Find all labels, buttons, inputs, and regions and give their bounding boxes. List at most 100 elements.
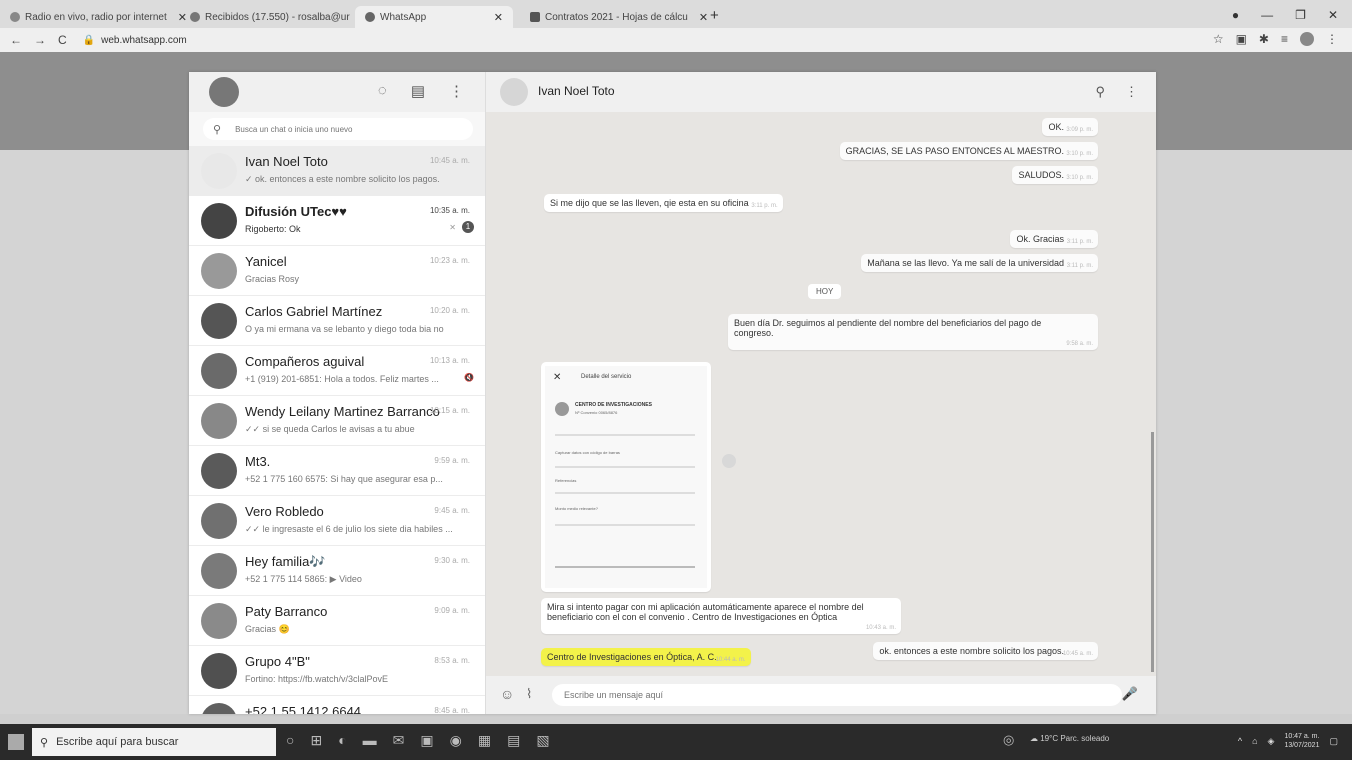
conversation-panel: Ivan Noel Toto ⚲ ⋮ OK. 3:09 p. m. GRACIAS… (486, 72, 1156, 714)
mail-icon[interactable]: ✉ (393, 732, 405, 749)
menu-icon[interactable]: ⋮ (1326, 32, 1338, 46)
message-outgoing: GRACIAS, SE LAS PASO ENTONCES AL MAESTRO… (839, 142, 1098, 160)
new-chat-icon[interactable]: ▤ (411, 82, 425, 100)
volume-icon[interactable]: ◈ (1268, 736, 1275, 747)
scrollbar[interactable] (1151, 432, 1154, 672)
close-tab-icon[interactable]: ✕ (178, 11, 187, 24)
tab-whatsapp[interactable]: WhatsApp ✕ (355, 6, 513, 28)
extension-icon[interactable]: ▣ (1236, 32, 1247, 46)
menu-icon[interactable]: ⋮ (449, 82, 464, 100)
attach-icon[interactable]: ⌇ (526, 686, 532, 702)
network-icon[interactable]: ⌂ (1252, 736, 1257, 746)
tray-arrow-icon[interactable]: ^ (1238, 736, 1242, 746)
search-icon[interactable]: ⚲ (1095, 84, 1105, 100)
new-tab-button[interactable]: + (710, 7, 719, 24)
emoji-icon[interactable]: ☺ (500, 686, 514, 702)
chat-item[interactable]: Vero Robledo ✓✓ le ingresaste el 6 de ju… (189, 496, 485, 546)
profile-avatar[interactable] (1300, 32, 1314, 46)
chat-item[interactable]: +52 1 55 1412 6644 8:45 a. m. (189, 696, 485, 714)
url-field[interactable]: 🔒 web.whatsapp.com (83, 35, 187, 46)
message-outgoing: SALUDOS. 3:10 p. m. (1012, 166, 1098, 184)
task-view-icon[interactable]: ○ (286, 732, 294, 749)
day-separator: HOY (808, 284, 842, 299)
chat-item[interactable]: Hey familia🎶 +52 1 775 114 5865: ▶ Video… (189, 546, 485, 596)
excel-icon[interactable]: ▦ (478, 732, 491, 749)
word-icon[interactable]: ▤ (507, 732, 520, 749)
chat-item[interactable]: Yanicel Gracias Rosy 10:23 a. m. (189, 246, 485, 296)
teams-icon[interactable]: ▧ (536, 732, 549, 749)
status-icon[interactable]: ◌ (378, 82, 387, 100)
message-outgoing: Buen día Dr. seguimos al pendiente del n… (728, 314, 1098, 350)
whatsapp-app: ◌ ▤ ⋮ ⚲ Ivan Noel Toto ✓ ok. entonces a … (189, 72, 1156, 714)
store-icon[interactable]: ▣ (420, 732, 433, 749)
close-tab-icon[interactable]: ✕ (494, 11, 503, 24)
chat-item[interactable]: Difusión UTec♥♥ Rigoberto: Ok 10:35 a. m… (189, 196, 485, 246)
avatar (201, 253, 237, 289)
chat-sidebar: ◌ ▤ ⋮ ⚲ Ivan Noel Toto ✓ ok. entonces a … (189, 72, 486, 714)
contact-name[interactable]: Ivan Noel Toto (538, 84, 615, 98)
start-button[interactable] (8, 734, 24, 750)
whatsapp-icon (365, 12, 375, 22)
contact-avatar[interactable] (500, 78, 528, 106)
chat-item[interactable]: Wendy Leilany Martinez Barranco ✓✓ si se… (189, 396, 485, 446)
forward-icon[interactable]: → (34, 33, 46, 47)
notifications-icon[interactable]: ▢ (1329, 736, 1338, 747)
search-input[interactable] (235, 124, 436, 134)
my-avatar[interactable] (209, 77, 239, 107)
search-icon: ⚲ (213, 123, 222, 136)
message-incoming: Si me dijo que se las lleven, qie esta e… (544, 194, 783, 212)
profile-icon[interactable]: ● (1232, 8, 1239, 22)
chrome-icon[interactable]: ◉ (450, 732, 462, 749)
minimize-button[interactable]: — (1261, 8, 1273, 22)
playlist-icon[interactable]: ≡ (1281, 32, 1288, 46)
org-logo (555, 402, 569, 416)
sidebar-header: ◌ ▤ ⋮ (189, 72, 485, 112)
widgets-icon[interactable]: ⊞ (310, 732, 322, 749)
star-icon[interactable]: ☆ (1213, 32, 1224, 46)
close-tab-icon[interactable]: ✕ (699, 11, 708, 24)
message-outgoing: OK. 3:09 p. m. (1042, 118, 1098, 136)
image-message[interactable]: ✕ Detalle del servicio CENTRO DE INVESTI… (541, 362, 711, 592)
taskbar-search[interactable]: ⚲ Escribe aquí para buscar (32, 728, 276, 756)
address-bar: ← → C 🔒 web.whatsapp.com ☆ ▣ ✱ ≡ ⋮ (0, 28, 1352, 52)
chat-item[interactable]: Grupo 4"B" Fortino: https://fb.watch/v/3… (189, 646, 485, 696)
chat-search: ⚲ (189, 112, 485, 146)
chat-item[interactable]: Paty Barranco Gracias 😊 9:09 a. m. (189, 596, 485, 646)
chat-item[interactable]: Ivan Noel Toto ✓ ok. entonces a este nom… (189, 146, 485, 196)
app-icon[interactable]: ◎ (1003, 732, 1014, 748)
back-icon[interactable]: ← (10, 33, 22, 47)
edge-icon[interactable]: ◐ (338, 732, 346, 749)
mute-icon: ✕ (449, 223, 456, 232)
system-tray: ^ ⌂ ◈ 10:47 a. m. 13/07/2021 ▢ (1238, 732, 1338, 750)
browser-tabbar: Radio en vivo, radio por internet ✕ Reci… (0, 0, 1352, 28)
weather[interactable]: ☁ 19°C Parc. soleado (1030, 734, 1109, 743)
window-controls: ● — ❐ ✕ (1232, 8, 1338, 22)
chat-item[interactable]: Mt3. +52 1 775 160 6575: Si hay que aseg… (189, 446, 485, 496)
explorer-icon[interactable]: ▬ (363, 732, 377, 749)
reload-icon[interactable]: C (58, 33, 67, 47)
maximize-button[interactable]: ❐ (1295, 8, 1306, 22)
microphone-icon[interactable]: 🎤 (1122, 686, 1138, 702)
radio-icon (10, 12, 20, 22)
close-window-button[interactable]: ✕ (1328, 8, 1338, 22)
chat-item[interactable]: Carlos Gabriel Martínez O ya mi ermana v… (189, 296, 485, 346)
service-detail-screenshot: ✕ Detalle del servicio CENTRO DE INVESTI… (545, 366, 707, 588)
unread-badge: 1 (462, 221, 474, 233)
menu-icon[interactable]: ⋮ (1125, 84, 1138, 100)
message-composer: ☺ ⌇ 🎤 (486, 676, 1156, 714)
search-icon: ⚲ (40, 736, 49, 749)
puzzle-icon[interactable]: ✱ (1259, 32, 1269, 46)
avatar (201, 503, 237, 539)
tab-sheets[interactable]: Contratos 2021 - Hojas de cálcu ✕ (530, 6, 708, 28)
conversation-header[interactable]: Ivan Noel Toto ⚲ ⋮ (486, 72, 1156, 112)
avatar (201, 653, 237, 689)
extensions: ☆ ▣ ✱ ≡ ⋮ (1213, 32, 1338, 46)
forward-icon[interactable] (722, 454, 736, 468)
message-input[interactable] (552, 684, 1122, 706)
tab-radio[interactable]: Radio en vivo, radio por internet ✕ (10, 6, 187, 28)
tab-gmail[interactable]: Recibidos (17.550) - rosalba@ur ✕ (190, 6, 370, 28)
message-incoming: Mira si intento pagar con mi aplicación … (541, 598, 901, 634)
clock[interactable]: 10:47 a. m. 13/07/2021 (1284, 732, 1319, 750)
chat-item[interactable]: Compañeros aguival +1 (919) 201-6851: Ho… (189, 346, 485, 396)
avatar (201, 153, 237, 189)
